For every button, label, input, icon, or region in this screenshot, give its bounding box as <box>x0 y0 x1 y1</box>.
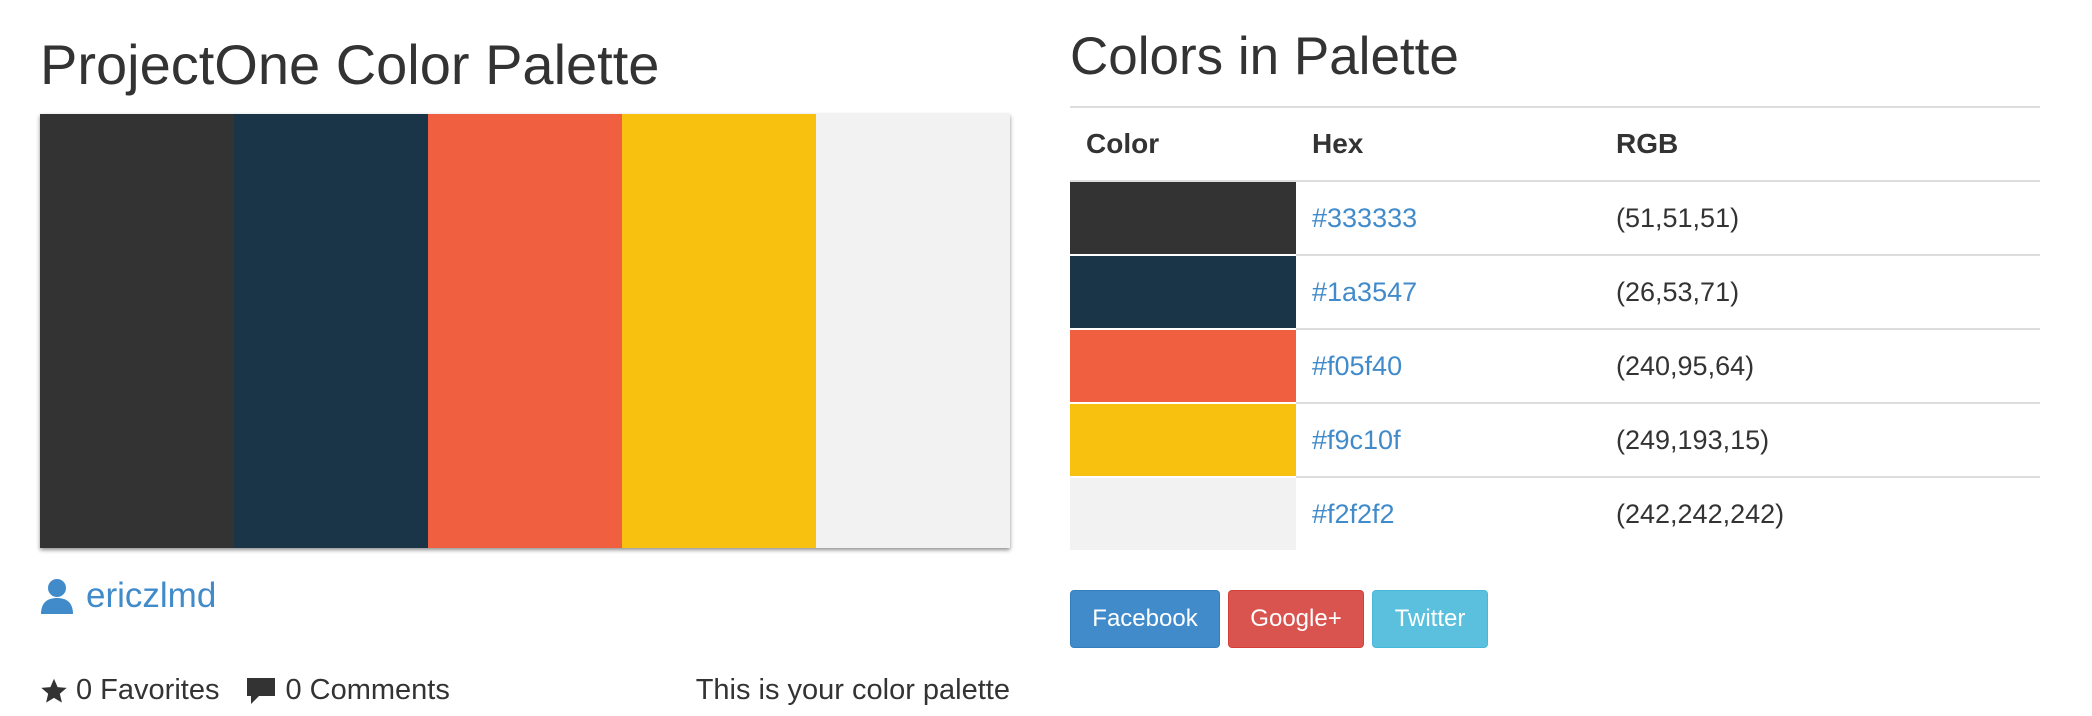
hex-link[interactable]: #333333 <box>1312 203 1417 233</box>
color-chip <box>1070 403 1296 478</box>
color-chip <box>1070 255 1296 330</box>
comments-count: 0 Comments <box>285 674 450 706</box>
palette-swatch[interactable] <box>816 114 1010 548</box>
header-rgb: RGB <box>1600 108 2040 182</box>
palette-swatch[interactable] <box>428 114 622 548</box>
table-row: #f2f2f2 (242,242,242) <box>1070 477 2040 552</box>
table-row: #333333 (51,51,51) <box>1070 181 2040 256</box>
palette-swatch[interactable] <box>40 114 234 548</box>
rgb-value: (240,95,64) <box>1600 329 2040 404</box>
palette-swatches <box>40 114 1010 548</box>
table-header-row: Color Hex RGB <box>1070 108 2040 182</box>
rgb-value: (26,53,71) <box>1600 255 2040 330</box>
star-icon <box>41 678 67 703</box>
header-hex: Hex <box>1296 108 1600 182</box>
hex-link[interactable]: #f05f40 <box>1312 351 1402 381</box>
table-row: #f9c10f (249,193,15) <box>1070 403 2040 478</box>
user-icon <box>41 579 73 614</box>
google-plus-share-button[interactable]: Google+ <box>1228 590 1364 648</box>
favorites-stat[interactable]: 0 Favorites <box>40 674 219 707</box>
rgb-value: (242,242,242) <box>1616 499 1785 529</box>
color-chip <box>1070 329 1296 404</box>
hex-link[interactable]: #1a3547 <box>1312 277 1417 307</box>
colors-heading: Colors in Palette <box>1070 27 1459 86</box>
palette-title: ProjectOne Color Palette <box>40 33 660 96</box>
palette-swatch[interactable] <box>622 114 816 548</box>
colors-panel: Colors in Palette Color Hex RGB #333333 … <box>1070 20 2040 648</box>
author-link[interactable]: ericzlmd <box>86 576 216 616</box>
rgb-value: (51,51,51) <box>1600 181 2040 256</box>
header-color: Color <box>1070 108 1296 182</box>
comment-icon <box>247 677 276 704</box>
author-row: ericzlmd <box>40 576 216 616</box>
share-buttons: Facebook Google+ Twitter <box>1070 590 1488 648</box>
color-chip <box>1070 181 1296 256</box>
palette-swatch[interactable] <box>234 114 428 548</box>
comments-stat[interactable]: 0 Comments <box>245 674 450 707</box>
palette-caption: This is your color palette <box>695 674 1010 706</box>
favorites-count: 0 Favorites <box>76 674 220 706</box>
table-row: #f05f40 (240,95,64) <box>1070 329 2040 404</box>
rgb-value: (249,193,15) <box>1600 403 2040 478</box>
hex-link[interactable]: #f9c10f <box>1312 425 1401 455</box>
twitter-share-button[interactable]: Twitter <box>1372 590 1488 648</box>
color-chip <box>1070 477 1296 552</box>
palette-stats: 0 Favorites 0 Comments This is your colo… <box>40 674 1010 707</box>
facebook-share-button[interactable]: Facebook <box>1070 590 1220 648</box>
palette-panel: ProjectOne Color Palette ericzlmd 0 Favo… <box>40 20 1010 706</box>
table-row: #1a3547 (26,53,71) <box>1070 255 2040 330</box>
hex-link[interactable]: #f2f2f2 <box>1312 499 1395 529</box>
colors-table: Color Hex RGB #333333 (51,51,51) #1a3547… <box>1070 108 2040 552</box>
